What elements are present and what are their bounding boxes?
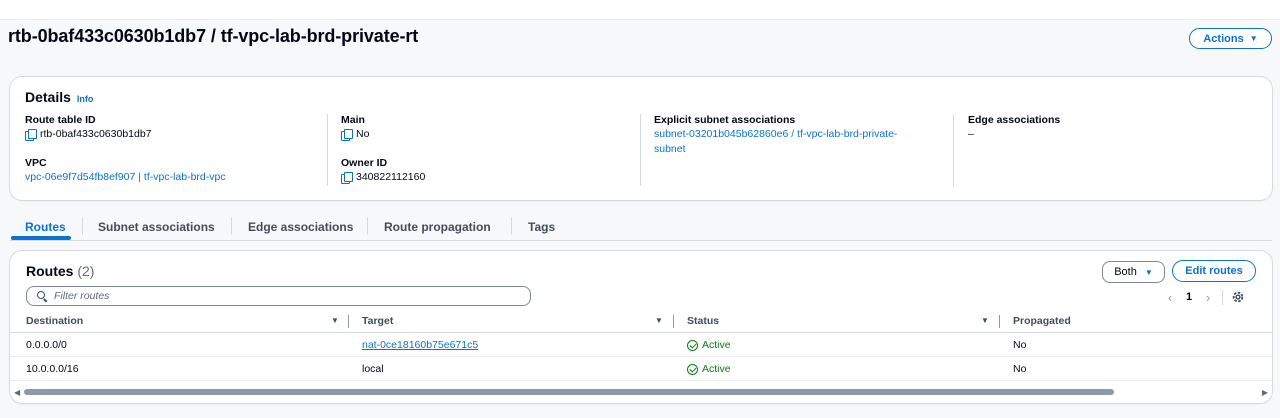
top-navigation-bar (0, 0, 1280, 20)
copy-icon[interactable] (25, 128, 37, 141)
page-title: rtb-0baf433c0630b1db7 / tf-vpc-lab-brd-p… (8, 26, 419, 46)
details-column-1: Route table ID rtb-0baf433c0630b1db7 VPC… (25, 114, 325, 189)
success-check-icon (687, 339, 698, 351)
explicit-subnet-link[interactable]: subnet-03201b045b62860e6 / tf-vpc-lab-br… (654, 127, 944, 157)
explicit-subnet-link-line1: subnet-03201b045b62860e6 / tf-vpc-lab-br… (654, 128, 898, 140)
column-header-status[interactable]: Status (687, 315, 719, 327)
routes-title-text: Routes (26, 263, 74, 279)
actions-button[interactable]: Actions ▼ (1189, 28, 1272, 49)
propagated-cell: No (1013, 363, 1027, 375)
owner-id-label: Owner ID (341, 157, 388, 169)
pager-separator (1222, 289, 1223, 305)
propagated-cell: No (1013, 339, 1027, 351)
scroll-right-icon[interactable]: ▶ (1262, 388, 1268, 397)
main-value: No (341, 127, 631, 141)
owner-id-text: 340822112160 (356, 171, 426, 183)
info-link[interactable]: Info (77, 94, 94, 104)
column-header-propagated[interactable]: Propagated (1013, 315, 1071, 327)
sort-icon[interactable]: ▼ (331, 316, 339, 325)
scrollbar-thumb[interactable] (24, 389, 1114, 395)
vpc-label: VPC (25, 157, 47, 169)
main-text: No (356, 128, 370, 140)
explicit-subnet-link-line2: subnet (654, 143, 686, 155)
tab-separator (231, 217, 232, 235)
status-text: Active (702, 363, 731, 375)
route-filter-select[interactable]: Both ▼ (1102, 261, 1165, 283)
pagination: ‹ 1 › (1160, 289, 1245, 305)
page-number[interactable]: 1 (1180, 291, 1198, 303)
actions-button-label: Actions (1203, 32, 1244, 45)
sort-icon[interactable]: ▼ (655, 316, 663, 325)
tab-separator (511, 217, 512, 235)
tab-subnet-associations[interactable]: Subnet associations (98, 212, 215, 241)
copy-icon[interactable] (341, 171, 353, 184)
destination-cell: 10.0.0.0/16 (26, 363, 79, 375)
active-tab-indicator (11, 236, 71, 240)
tab-route-propagation[interactable]: Route propagation (384, 212, 491, 241)
copy-icon[interactable] (341, 128, 353, 141)
table-row: 0.0.0.0/0 nat-0ce18160b75e671c5 Active N… (10, 333, 1272, 357)
vpc-link[interactable]: vpc-06e9f7d54fb8ef907 | tf-vpc-lab-brd-v… (25, 170, 325, 185)
destination-cell: 0.0.0.0/0 (26, 339, 67, 351)
column-resizer[interactable] (999, 315, 1000, 328)
previous-page-icon[interactable]: ‹ (1160, 290, 1180, 305)
routes-count: (2) (77, 263, 95, 279)
success-check-icon (687, 363, 698, 375)
status-text: Active (702, 339, 731, 351)
tab-edge-associations[interactable]: Edge associations (248, 212, 353, 241)
table-row: 10.0.0.0/16 local Active No (10, 357, 1272, 381)
edit-routes-button[interactable]: Edit routes (1172, 260, 1256, 282)
route-table-id-value: rtb-0baf433c0630b1db7 (25, 127, 325, 141)
filter-routes-input[interactable]: Filter routes (26, 286, 531, 306)
caret-down-icon: ▼ (1249, 34, 1258, 43)
status-cell: Active (687, 363, 731, 375)
scroll-left-icon[interactable]: ◀ (14, 388, 20, 397)
main-label: Main (341, 114, 365, 126)
status-cell: Active (687, 339, 731, 351)
details-column-2: Main No Owner ID 340822112160 (341, 114, 631, 189)
route-filter-select-value: Both (1114, 266, 1137, 278)
details-title: Details (25, 89, 71, 105)
search-icon (37, 290, 48, 302)
routes-title: Routes (2) (26, 263, 94, 279)
explicit-subnet-label: Explicit subnet associations (654, 114, 796, 126)
column-divider (640, 114, 641, 186)
route-table-id-label: Route table ID (25, 114, 96, 126)
column-divider (953, 114, 954, 186)
column-resizer[interactable] (348, 315, 349, 328)
routes-panel: Routes (2) Filter routes Both ▼ Edit rou… (10, 251, 1272, 403)
owner-id-value: 340822112160 (341, 170, 631, 184)
target-cell: local (362, 363, 384, 375)
sort-icon[interactable]: ▼ (981, 316, 989, 325)
tab-separator (82, 217, 83, 235)
route-table-id-text: rtb-0baf433c0630b1db7 (40, 128, 152, 140)
target-link[interactable]: nat-0ce18160b75e671c5 (362, 339, 478, 351)
details-column-3: Explicit subnet associations subnet-0320… (654, 114, 944, 189)
column-divider (327, 114, 328, 186)
column-header-target[interactable]: Target (362, 315, 393, 327)
filter-placeholder: Filter routes (54, 290, 110, 302)
next-page-icon[interactable]: › (1198, 290, 1218, 305)
horizontal-scrollbar[interactable]: ◀ ▶ (10, 387, 1272, 397)
tab-tags[interactable]: Tags (528, 212, 555, 241)
column-resizer[interactable] (673, 315, 674, 328)
routes-table-header: Destination ▼ Target ▼ Status ▼ Propagat… (10, 311, 1272, 333)
tab-separator (367, 217, 368, 235)
details-column-4: Edge associations – (968, 114, 1258, 189)
column-header-destination[interactable]: Destination (26, 315, 83, 327)
edge-associations-value: – (968, 128, 974, 140)
caret-down-icon: ▼ (1144, 267, 1153, 277)
edge-associations-label: Edge associations (968, 114, 1061, 126)
gear-icon[interactable] (1231, 290, 1245, 304)
